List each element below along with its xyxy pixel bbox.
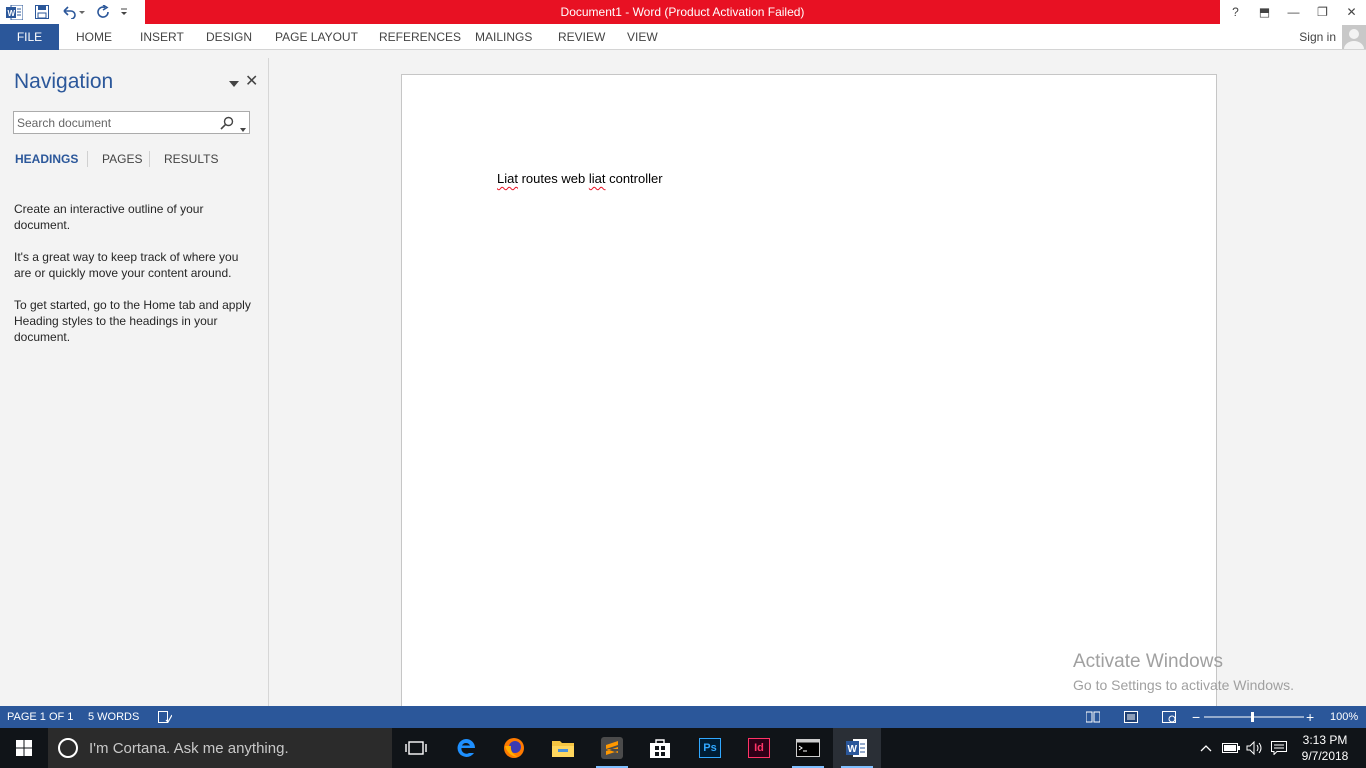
tab-page-layout[interactable]: PAGE LAYOUT — [275, 24, 358, 50]
print-layout-icon[interactable] — [1124, 706, 1138, 728]
read-mode-icon[interactable] — [1086, 706, 1100, 728]
restore-button[interactable]: ❐ — [1308, 0, 1337, 24]
zoom-in-button[interactable]: + — [1306, 706, 1314, 728]
battery-icon[interactable] — [1220, 728, 1242, 768]
nav-close-icon[interactable]: ✕ — [245, 71, 258, 91]
file-explorer-icon[interactable] — [539, 728, 587, 768]
minimize-button[interactable]: — — [1279, 0, 1308, 24]
taskbar-clock[interactable]: 3:13 PM 9/7/2018 — [1290, 732, 1360, 764]
volume-icon[interactable] — [1244, 728, 1266, 768]
tab-insert[interactable]: INSERT — [140, 24, 184, 50]
status-bar: PAGE 1 OF 1 5 WORDS − + 100% — [0, 706, 1366, 728]
sublime-text-icon[interactable] — [588, 728, 636, 768]
nav-options-icon[interactable] — [229, 76, 239, 90]
nav-tab-pages[interactable]: PAGES — [102, 152, 142, 166]
cortana-prompt: I'm Cortana. Ask me anything. — [89, 739, 289, 757]
document-paragraph[interactable]: Liat routes web liat controller — [497, 171, 663, 186]
store-icon[interactable] — [636, 728, 684, 768]
task-view-icon[interactable] — [392, 728, 440, 768]
clock-date: 9/7/2018 — [1301, 749, 1349, 763]
tab-file[interactable]: FILE — [0, 24, 59, 50]
zoom-level[interactable]: 100% — [1330, 706, 1358, 728]
edge-icon[interactable] — [442, 728, 490, 768]
document-page[interactable]: Liat routes web liat controller — [401, 74, 1217, 714]
help-button[interactable]: ? — [1221, 0, 1250, 24]
zoom-slider[interactable] — [1204, 706, 1304, 728]
document-word: Liat — [497, 171, 518, 186]
search-icon[interactable] — [220, 116, 234, 133]
tab-references[interactable]: REFERENCES — [379, 24, 461, 50]
close-button[interactable]: ✕ — [1337, 0, 1366, 24]
window-title-text: Document1 - Word (Product Activation Fai… — [560, 5, 805, 19]
document-word: controller — [609, 171, 663, 186]
taskbar: I'm Cortana. Ask me anything. Ps Id W 3:… — [0, 728, 1366, 768]
window-controls: ? ⬒ — ❐ ✕ — [1221, 0, 1366, 24]
redo-icon[interactable] — [90, 0, 118, 24]
watermark-subtitle: Go to Settings to activate Windows. — [1073, 677, 1294, 693]
start-button[interactable] — [0, 728, 48, 768]
photoshop-label: Ps — [699, 738, 721, 758]
word-count[interactable]: 5 WORDS — [88, 706, 139, 728]
nav-tab-headings[interactable]: HEADINGS — [15, 152, 78, 166]
sign-in[interactable]: Sign in — [1299, 24, 1366, 50]
quick-access-toolbar: W — [0, 0, 130, 24]
show-hidden-icons-icon[interactable] — [1196, 728, 1216, 768]
nav-help-text: It's a great way to keep track of where … — [14, 250, 239, 280]
word-window: W Document1 - Word (Product Activation F… — [0, 0, 1366, 768]
cortana-search-box[interactable]: I'm Cortana. Ask me anything. — [48, 728, 392, 768]
zoom-out-button[interactable]: − — [1192, 706, 1200, 728]
windows-logo-icon — [16, 740, 32, 756]
cortana-icon — [58, 738, 78, 758]
save-icon[interactable] — [28, 0, 56, 24]
action-center-icon[interactable] — [1268, 728, 1290, 768]
svg-text:W: W — [848, 744, 858, 755]
svg-text:W: W — [7, 9, 15, 18]
indesign-label: Id — [748, 738, 770, 758]
document-word: routes — [521, 171, 558, 186]
title-bar: W Document1 - Word (Product Activation F… — [0, 0, 1366, 24]
nav-tab-results[interactable]: RESULTS — [164, 152, 218, 166]
nav-tab-divider — [149, 151, 150, 167]
tab-view[interactable]: VIEW — [627, 24, 658, 50]
window-title: Document1 - Word (Product Activation Fai… — [145, 0, 1220, 24]
firefox-icon[interactable] — [490, 728, 538, 768]
document-area: Liat routes web liat controller — [270, 58, 1366, 714]
clock-time: 3:13 PM — [1302, 733, 1348, 747]
search-input[interactable] — [17, 114, 213, 131]
undo-icon[interactable] — [56, 0, 90, 24]
page-count[interactable]: PAGE 1 OF 1 — [7, 706, 73, 728]
navigation-title: Navigation — [14, 70, 114, 93]
nav-tab-divider — [87, 151, 88, 167]
customize-qat-icon[interactable] — [118, 0, 130, 24]
ribbon-tabs: FILE HOME INSERT DESIGN PAGE LAYOUT REFE… — [0, 24, 1366, 50]
tab-home[interactable]: HOME — [76, 24, 112, 50]
search-options-icon[interactable] — [240, 121, 246, 135]
ribbon-display-options-button[interactable]: ⬒ — [1250, 0, 1279, 24]
word-app-icon[interactable]: W — [0, 0, 28, 24]
document-word: web — [561, 171, 586, 186]
activate-windows-watermark: Activate Windows Go to Settings to activ… — [1073, 651, 1294, 693]
watermark-title: Activate Windows — [1073, 651, 1223, 672]
nav-help-text: To get started, go to the Home tab and a… — [14, 298, 251, 344]
sign-in-label: Sign in — [1299, 30, 1336, 44]
command-prompt-icon[interactable] — [784, 728, 832, 768]
proofing-icon[interactable] — [158, 706, 172, 728]
avatar — [1342, 25, 1366, 49]
word-taskbar-icon[interactable]: W — [833, 728, 881, 768]
photoshop-icon[interactable]: Ps — [686, 728, 734, 768]
navigation-pane: Navigation ✕ HEADINGS PAGES RESULTS Crea… — [0, 58, 269, 706]
document-word: liat — [588, 171, 606, 186]
indesign-icon[interactable]: Id — [735, 728, 783, 768]
tab-mailings[interactable]: MAILINGS — [475, 24, 532, 50]
nav-search-box — [13, 111, 250, 134]
web-layout-icon[interactable] — [1162, 706, 1176, 728]
nav-help-text: Create an interactive outline of your do… — [14, 202, 204, 232]
tab-review[interactable]: REVIEW — [558, 24, 605, 50]
tab-design[interactable]: DESIGN — [206, 24, 252, 50]
